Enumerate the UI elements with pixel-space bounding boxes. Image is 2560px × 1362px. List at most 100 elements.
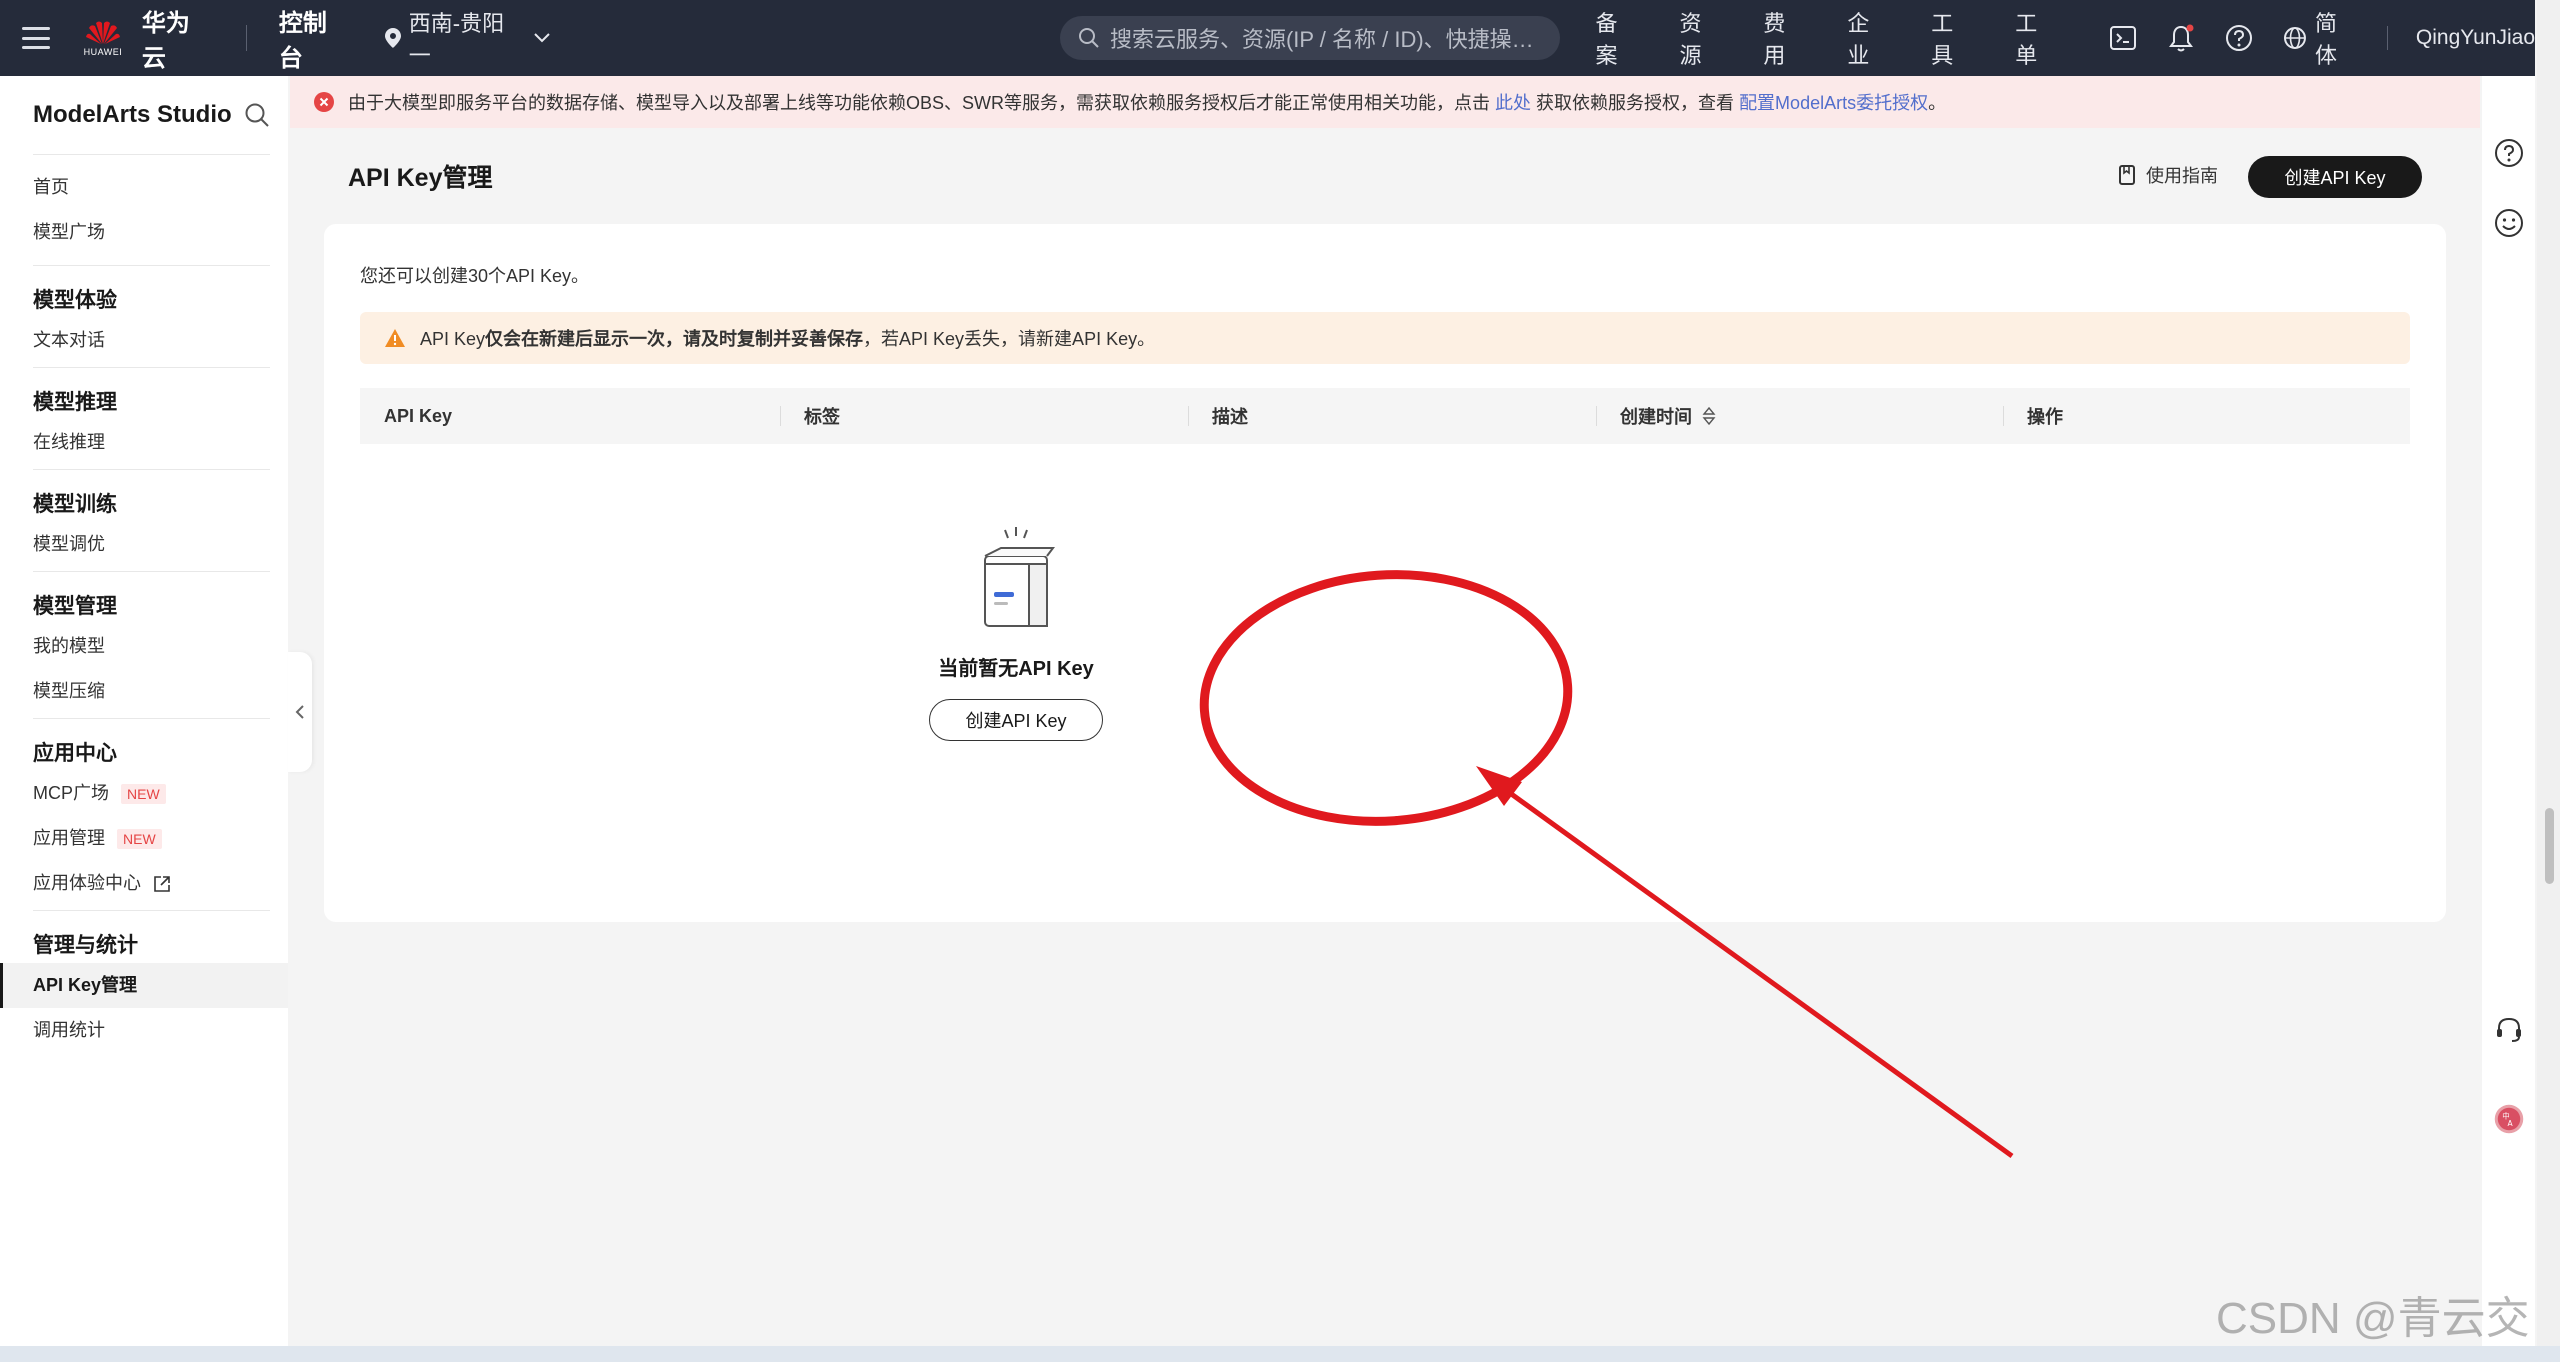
nav-beian[interactable]: 备案	[1596, 6, 1640, 70]
sidebar-item-label: 应用管理	[33, 828, 105, 848]
nav-billing[interactable]: 费用	[1763, 6, 1807, 70]
huawei-cloud-logo[interactable]: HUAWEI 华为云	[82, 3, 214, 73]
page-title: API Key管理	[348, 164, 493, 192]
sidebar-collapse-toggle[interactable]	[288, 652, 312, 772]
sidebar-item-label: MCP广场	[33, 783, 109, 803]
translate-assistant-icon[interactable]: 中A	[2494, 1104, 2524, 1134]
terminal-icon[interactable]	[2109, 24, 2137, 52]
region-label: 西南-贵阳一	[408, 11, 505, 68]
globe-icon	[2284, 27, 2306, 49]
sidebar-item-app-management[interactable]: 应用管理 NEW	[0, 816, 288, 861]
sidebar-item-label: 应用体验中心	[33, 873, 141, 893]
divider	[33, 718, 270, 719]
column-tags: 标签	[780, 388, 1188, 444]
taskbar-strip	[0, 1346, 2560, 1362]
language-switcher[interactable]: 简体	[2283, 6, 2359, 70]
csdn-watermark: CSDN @青云交	[2216, 1294, 2530, 1343]
service-authorization-alert: 由于大模型即服务平台的数据存储、模型导入以及部署上线等功能依赖OBS、SWR等服…	[290, 76, 2480, 128]
customer-service-headset-icon[interactable]	[2494, 1014, 2524, 1044]
top-navigation-bar: HUAWEI 华为云 控制台 西南-贵阳一 搜索云服务、资源(IP / 名称 /…	[0, 0, 2535, 76]
language-label: 简体	[2314, 11, 2337, 68]
page-scrollbar[interactable]	[2537, 0, 2560, 1346]
external-link-icon	[154, 875, 170, 892]
create-api-key-button[interactable]: 创建API Key	[2248, 156, 2422, 198]
logo-brand-text: HUAWEI	[83, 47, 123, 57]
sidebar-item-usage-stats[interactable]: 调用统计	[0, 1008, 288, 1053]
empty-state-title: 当前暂无API Key	[938, 658, 1094, 680]
sidebar-group-app-center: 应用中心	[33, 742, 117, 765]
warning-suffix: ，若API Key丢失，请新建API Key。	[863, 329, 1156, 349]
sidebar-item-model-tuning[interactable]: 模型调优	[0, 522, 288, 567]
divider	[33, 469, 270, 470]
nav-enterprise[interactable]: 企业	[1847, 6, 1891, 70]
scrollbar-thumb[interactable]	[2545, 808, 2554, 884]
smile-feedback-icon[interactable]	[2494, 208, 2524, 238]
help-icon[interactable]	[2225, 24, 2253, 52]
region-selector[interactable]: 西南-贵阳一	[384, 6, 550, 70]
sidebar-item-app-experience-center[interactable]: 应用体验中心	[0, 861, 288, 906]
notification-bell-icon[interactable]	[2167, 24, 2195, 52]
chevron-down-icon	[534, 33, 550, 43]
sidebar-item-home[interactable]: 首页	[0, 165, 288, 210]
nav-tools[interactable]: 工具	[1931, 6, 1975, 70]
column-created-time-label: 创建时间	[1620, 407, 1692, 427]
divider	[245, 25, 247, 51]
delegation-config-link[interactable]: 配置ModelArts委托授权	[1739, 93, 1928, 113]
column-description: 描述	[1188, 388, 1596, 444]
sort-icon[interactable]	[1702, 407, 1716, 425]
sidebar-item-model-compression[interactable]: 模型压缩	[0, 669, 288, 714]
book-icon	[2119, 165, 2135, 185]
user-guide-link[interactable]: 使用指南	[2118, 162, 2218, 188]
sidebar-title: ModelArts Studio	[33, 101, 232, 128]
hamburger-menu-icon[interactable]	[22, 27, 50, 49]
sidebar: ModelArts Studio 首页 模型广场 模型体验 文本对话 模型推理 …	[0, 76, 288, 1346]
sidebar-item-my-models[interactable]: 我的模型	[0, 624, 288, 669]
location-pin-icon	[384, 28, 401, 48]
user-guide-label: 使用指南	[2146, 166, 2218, 186]
new-badge: NEW	[121, 783, 166, 804]
column-actions: 操作	[2003, 388, 2410, 444]
top-nav-links: 备案 资源 费用 企业 工具 工单	[1596, 6, 2100, 70]
authorize-here-link[interactable]: 此处	[1495, 93, 1531, 113]
empty-create-api-key-button[interactable]: 创建API Key	[929, 699, 1103, 741]
sidebar-group-model-management: 模型管理	[33, 595, 117, 618]
nav-tickets[interactable]: 工单	[2015, 6, 2059, 70]
quota-text: 您还可以创建30个API Key。	[360, 266, 590, 286]
divider	[2386, 26, 2388, 50]
new-badge: NEW	[117, 828, 162, 849]
divider	[33, 910, 270, 911]
column-api-key: API Key	[384, 405, 453, 426]
alert-text-middle: 获取依赖服务授权，查看	[1536, 93, 1735, 113]
sidebar-item-online-inference[interactable]: 在线推理	[0, 420, 288, 465]
warning-triangle-icon	[385, 329, 405, 347]
logo-text: 华为云	[141, 10, 190, 72]
search-icon[interactable]	[244, 102, 270, 128]
global-search-input[interactable]: 搜索云服务、资源(IP / 名称 / ID)、快捷操作...	[1059, 16, 1560, 60]
sidebar-item-model-square[interactable]: 模型广场	[0, 210, 288, 255]
alert-text-end: 。	[1928, 93, 1947, 113]
right-tool-rail: 中A	[2482, 76, 2535, 1346]
console-link[interactable]: 控制台	[279, 3, 351, 73]
sidebar-group-inference: 模型推理	[33, 391, 117, 414]
huawei-flower-icon: HUAWEI	[82, 14, 124, 62]
svg-text:A: A	[2508, 1119, 2514, 1128]
help-icon[interactable]	[2494, 138, 2524, 168]
warning-prefix: API Key	[420, 329, 486, 349]
sidebar-group-training: 模型训练	[33, 493, 117, 516]
empty-box-icon	[984, 527, 1055, 627]
alert-text: 由于大模型即服务平台的数据存储、模型导入以及部署上线等功能依赖OBS、SWR等服…	[348, 93, 1491, 113]
divider	[33, 571, 270, 572]
nav-resources[interactable]: 资源	[1679, 6, 1723, 70]
api-key-card: 您还可以创建30个API Key。 API Key仅会在新建后显示一次，请及时复…	[324, 224, 2446, 922]
sidebar-item-api-key-management[interactable]: API Key管理	[0, 963, 288, 1008]
error-circle-icon	[314, 92, 334, 112]
search-placeholder: 搜索云服务、资源(IP / 名称 / ID)、快捷操作...	[1109, 27, 1542, 52]
sidebar-item-mcp-square[interactable]: MCP广场 NEW	[0, 771, 288, 816]
divider	[33, 367, 270, 368]
sidebar-item-text-chat[interactable]: 文本对话	[0, 318, 288, 363]
sidebar-group-management-stats: 管理与统计	[33, 934, 138, 957]
user-account-menu[interactable]: QingYunJiao	[2416, 26, 2535, 50]
table-header: API Key 标签 描述 创建时间 操作	[360, 388, 2410, 444]
column-created-time[interactable]: 创建时间	[1596, 388, 2003, 444]
empty-state: 当前暂无API Key 创建API Key	[324, 524, 1708, 741]
